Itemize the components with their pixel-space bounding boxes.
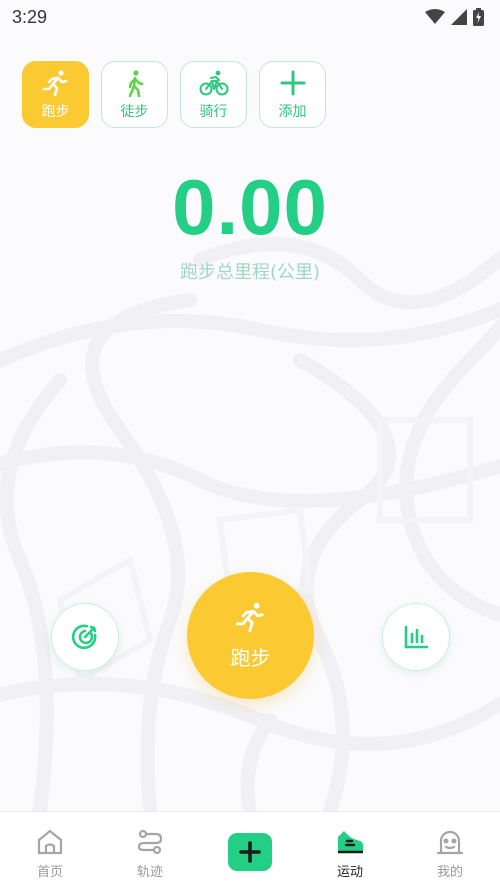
route-icon xyxy=(137,829,163,855)
start-button-label: 跑步 xyxy=(230,646,271,670)
sport-shoe-icon xyxy=(338,831,363,854)
status-icons xyxy=(425,8,484,26)
bar-chart-icon xyxy=(404,625,429,649)
nav-sport-label: 运动 xyxy=(336,865,363,880)
walking-icon xyxy=(128,69,143,97)
tab-running[interactable]: 跑步 xyxy=(22,61,89,128)
running-icon xyxy=(235,602,264,633)
add-button-box xyxy=(228,833,272,871)
plus-icon xyxy=(280,70,305,95)
distance-label: 跑步总里程(公里) xyxy=(179,262,321,283)
target-icon xyxy=(71,624,97,650)
total-distance: 0.00 跑步总里程(公里) xyxy=(0,164,500,284)
nav-home-label: 首页 xyxy=(36,865,63,880)
tab-running-label: 跑步 xyxy=(41,103,70,120)
nav-profile-label: 我的 xyxy=(436,865,463,880)
add-icon xyxy=(239,841,261,863)
nav-track[interactable]: 轨迹 xyxy=(100,812,200,889)
wifi-icon xyxy=(425,9,445,24)
home-icon xyxy=(37,829,63,855)
battery-icon xyxy=(473,8,484,26)
statistics-button[interactable] xyxy=(382,603,450,671)
status-bar: 3:29 xyxy=(0,0,500,34)
tab-add[interactable]: 添加 xyxy=(259,61,326,128)
nav-profile[interactable]: 我的 xyxy=(400,812,500,889)
nav-sport[interactable]: 运动 xyxy=(300,812,400,889)
goal-button[interactable] xyxy=(51,603,119,671)
start-running-button[interactable]: 跑步 xyxy=(187,572,314,699)
profile-icon xyxy=(436,830,464,855)
distance-value: 0.00 xyxy=(172,163,328,251)
cycling-icon xyxy=(199,70,228,95)
tab-add-label: 添加 xyxy=(278,103,307,120)
nav-add[interactable] xyxy=(200,812,300,889)
running-icon xyxy=(42,69,67,96)
status-time: 3:29 xyxy=(12,6,48,27)
tab-cycling[interactable]: 骑行 xyxy=(180,61,247,128)
bottom-navigation: 首页 轨迹 运动 我的 xyxy=(0,811,500,889)
tab-cycling-label: 骑行 xyxy=(199,103,228,120)
sport-type-tabs: 跑步 徒步 骑行 添加 xyxy=(22,61,326,128)
tab-walking[interactable]: 徒步 xyxy=(101,61,168,128)
signal-icon xyxy=(451,9,467,25)
nav-home[interactable]: 首页 xyxy=(0,812,100,889)
nav-track-label: 轨迹 xyxy=(136,865,163,880)
tab-walking-label: 徒步 xyxy=(120,103,149,120)
